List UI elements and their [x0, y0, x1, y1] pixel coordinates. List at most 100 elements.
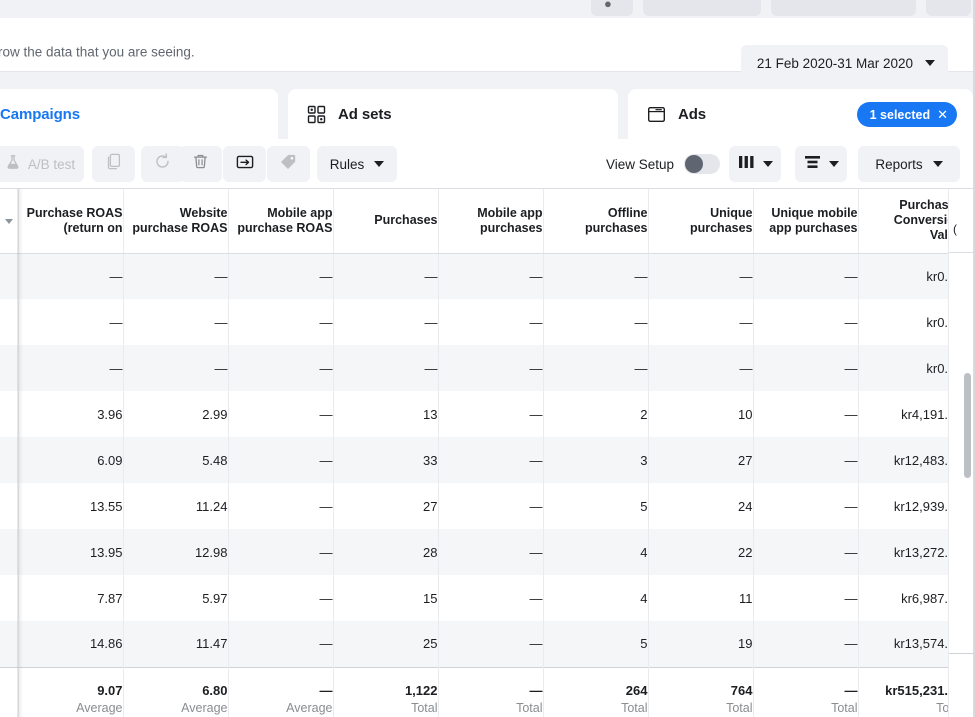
- table-cell: —: [228, 575, 334, 621]
- toggle-knob: [685, 155, 704, 173]
- table-cell: —: [438, 299, 544, 345]
- table-cell: —: [753, 529, 859, 575]
- table-row[interactable]: — — — — — — — — kr0.00: [0, 299, 964, 345]
- metrics-table: Purchase ROAS (return on Website purchase…: [0, 189, 964, 717]
- view-setup-toggle[interactable]: View Setup: [606, 154, 721, 174]
- tab-campaigns-label: Campaigns: [0, 105, 80, 123]
- summary-label: Total: [859, 700, 962, 717]
- table-cell: —: [18, 345, 124, 391]
- table-cell: 33: [333, 437, 439, 483]
- tab-ad-sets[interactable]: Ad sets: [288, 89, 618, 139]
- summary-cell: 264 Total: [543, 666, 649, 717]
- table-row[interactable]: 13.95 12.98—28—4 22— kr13,272.70: [0, 529, 964, 575]
- chevron-down-icon[interactable]: [5, 219, 13, 224]
- row-edge-cell: [0, 437, 19, 483]
- column-header[interactable]: Mobile app purchases: [438, 189, 544, 254]
- reports-button[interactable]: Reports: [858, 146, 960, 182]
- chevron-down-icon: [925, 60, 935, 66]
- breakdown-icon: [804, 155, 821, 174]
- toggle-switch[interactable]: [684, 154, 721, 174]
- table-cell: —: [438, 253, 544, 299]
- metrics-table-wrapper[interactable]: Purchase ROAS (return on Website purchase…: [0, 189, 975, 717]
- top-ghost-button-4[interactable]: [926, 0, 971, 16]
- table-cell: —: [123, 299, 229, 345]
- table-cell: 5.48: [123, 437, 229, 483]
- duplicate-button[interactable]: [92, 146, 135, 182]
- vertical-scrollbar[interactable]: [963, 189, 973, 717]
- summary-label: Average: [181, 700, 228, 715]
- row-edge-cell: [0, 483, 19, 529]
- refresh-button[interactable]: [141, 146, 184, 182]
- date-range-label: 21 Feb 2020-31 Mar 2020: [756, 55, 913, 71]
- top-ghost-button-2[interactable]: [643, 0, 761, 16]
- table-cell: 6.09: [18, 437, 124, 483]
- summary-cell: 9.07 Average: [18, 666, 124, 717]
- selection-badge[interactable]: 1 selected ✕: [856, 102, 957, 127]
- table-row[interactable]: 7.87 5.97—15—4 11— kr6,987.00: [0, 575, 964, 621]
- selection-badge-label: 1 selected: [869, 107, 931, 122]
- table-cell: 2: [543, 391, 649, 437]
- summary-label: Average: [76, 700, 123, 715]
- tab-ads[interactable]: Ads 1 selected ✕: [628, 89, 973, 139]
- table-cell: —: [753, 483, 859, 529]
- column-header[interactable]: Mobile app purchase ROAS: [228, 189, 334, 254]
- table-row[interactable]: — — — — — — — — kr0.00: [0, 345, 964, 391]
- table-cell: 11.24: [123, 483, 229, 529]
- top-ghost-icon: ●: [604, 0, 612, 11]
- rules-button[interactable]: Rules: [317, 146, 397, 182]
- column-header[interactable]: Unique mobile app purchases: [753, 189, 859, 254]
- summary-label: Total: [621, 700, 648, 715]
- top-ghost-button-1[interactable]: [591, 0, 633, 16]
- columns-button[interactable]: [729, 146, 781, 182]
- header-sort-cell[interactable]: [0, 189, 19, 254]
- close-icon[interactable]: ✕: [937, 108, 948, 121]
- column-header[interactable]: Offline purchases: [543, 189, 649, 254]
- table-header: Purchase ROAS (return on Website purchase…: [0, 189, 964, 254]
- table-row[interactable]: 13.55 11.24—27—5 24— kr12,939.60: [0, 483, 964, 529]
- delete-button[interactable]: [179, 146, 222, 182]
- table-cell: —: [228, 529, 334, 575]
- table-cell: 11.47: [123, 621, 229, 667]
- column-header[interactable]: Website purchase ROAS: [123, 189, 229, 254]
- table-cell: 11: [648, 575, 754, 621]
- summary-cell: 1,122 Total: [333, 666, 439, 717]
- table-cell: 15: [333, 575, 439, 621]
- summary-label: Total: [516, 700, 543, 715]
- column-header[interactable]: Unique purchases: [648, 189, 754, 254]
- tag-button[interactable]: [267, 146, 310, 182]
- table-cell: —: [228, 253, 334, 299]
- summary-value: 9.07: [97, 682, 123, 698]
- table-cell: 2.99: [123, 391, 229, 437]
- breakdown-button[interactable]: [795, 146, 847, 182]
- table-cell: —: [228, 621, 334, 667]
- flask-icon: [5, 154, 21, 175]
- scrollbar-thumb[interactable]: [964, 373, 971, 478]
- table-cell: —: [438, 483, 544, 529]
- table-cell: 24: [648, 483, 754, 529]
- tab-campaigns[interactable]: Campaigns: [0, 89, 278, 139]
- ab-test-button[interactable]: A/B test: [0, 146, 84, 182]
- export-icon: [236, 154, 254, 175]
- table-cell: —: [753, 621, 859, 667]
- row-edge-cell: [0, 253, 19, 299]
- table-row[interactable]: 3.96 2.99—13—2 10— kr4,191.30: [0, 391, 964, 437]
- table-cell: —: [228, 483, 334, 529]
- column-header[interactable]: Purchases: [333, 189, 439, 254]
- summary-cell: — Average: [228, 666, 334, 717]
- table-cell: 13.95: [18, 529, 124, 575]
- table-cell: —: [648, 299, 754, 345]
- summary-label: Average: [286, 700, 333, 715]
- summary-label: Total: [411, 700, 438, 715]
- table-cell: —: [438, 391, 544, 437]
- table-cell: —: [228, 345, 334, 391]
- table-cell: —: [333, 299, 439, 345]
- top-ghost-button-3[interactable]: [771, 0, 916, 16]
- table-row[interactable]: 6.09 5.48—33—3 27— kr12,483.80: [0, 437, 964, 483]
- table-row[interactable]: 14.86 11.47—25—5 19— kr13,574.60: [0, 621, 964, 667]
- table-cell: —: [753, 253, 859, 299]
- export-button[interactable]: [223, 146, 266, 182]
- reports-label: Reports: [875, 156, 923, 172]
- column-header[interactable]: Purchase ROAS (return on: [18, 189, 124, 254]
- table-row[interactable]: — — — — — — — — kr0.00: [0, 253, 964, 299]
- summary-value: kr515,231.25: [885, 682, 963, 698]
